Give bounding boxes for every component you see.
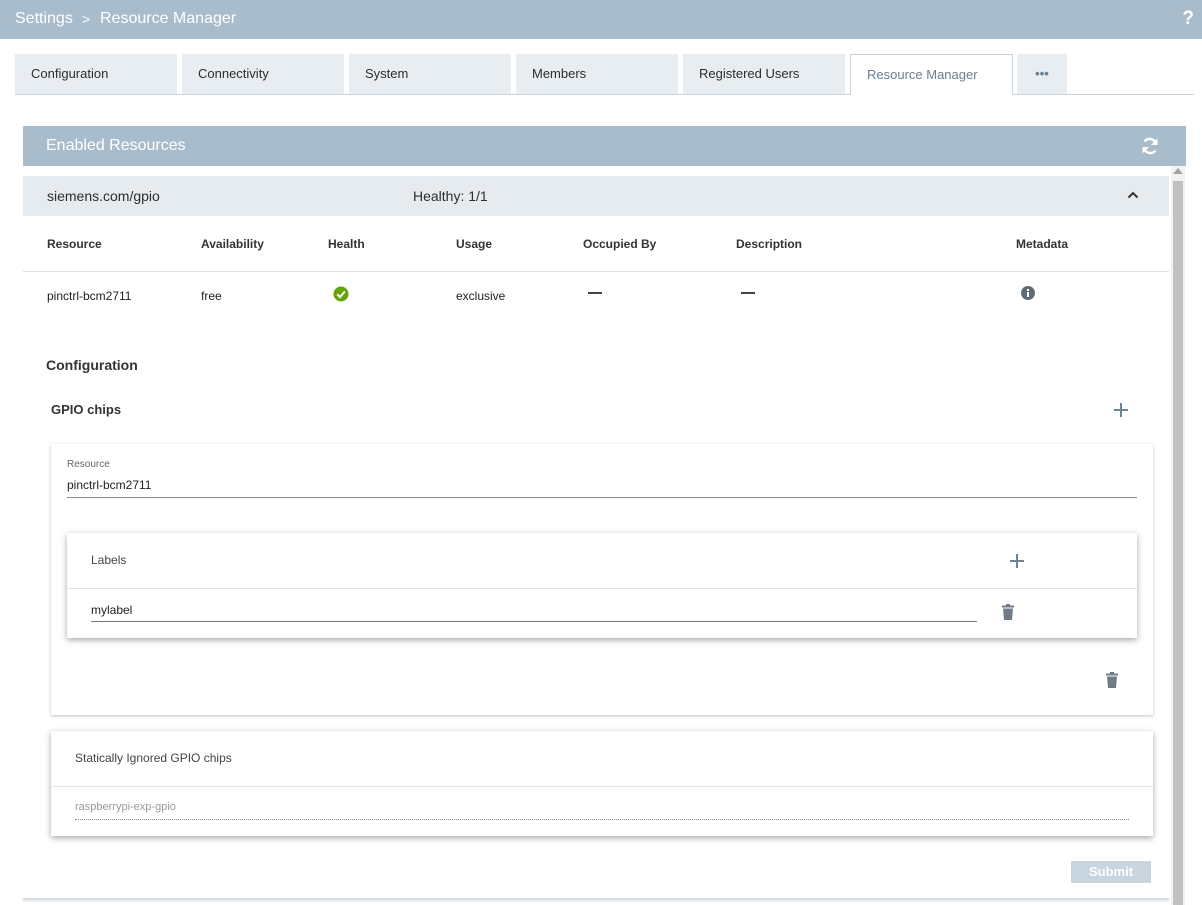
resource-accordion[interactable]: siemens.com/gpio Healthy: 1/1 [23,176,1169,216]
cell-description-empty [741,292,755,294]
gpio-chips-heading: GPIO chips [51,402,122,417]
add-label-plus-icon[interactable] [1010,554,1024,568]
delete-label-trash-icon[interactable] [1002,604,1014,620]
delete-chip-trash-icon[interactable] [1106,672,1118,688]
col-header-usage: Usage [456,237,493,251]
labels-divider [67,588,1137,589]
label-input-underline [91,621,977,622]
label-input[interactable]: mylabel [91,603,132,617]
ignored-chips-input[interactable]: raspberrypi-exp-gpio [75,801,176,813]
table-divider [23,271,1169,272]
breadcrumb-current: Resource Manager [100,10,237,27]
col-header-health: Health [328,237,365,251]
tab-more-icon[interactable]: ••• [1017,54,1067,94]
resource-field-input[interactable]: pinctrl-bcm2711 [67,478,151,492]
scrollbar-thumb[interactable] [1173,181,1183,905]
enabled-resources-header: Enabled Resources [23,126,1186,166]
ignored-chips-title: Statically Ignored GPIO chips [75,751,232,765]
tab-registered-users[interactable]: Registered Users [683,54,845,94]
chevron-up-icon[interactable] [1127,189,1139,201]
panel-bottom-edge [23,898,1169,900]
cell-usage: exclusive [456,289,506,303]
submit-button[interactable]: Submit [1071,861,1151,883]
col-header-resource: Resource [47,237,102,251]
tab-bar: Configuration Connectivity System Member… [15,54,1194,95]
labels-title: Labels [91,553,127,567]
col-header-metadata: Metadata [1016,237,1069,251]
ignored-gpio-chips-card: Statically Ignored GPIO chips raspberryp… [51,731,1153,836]
info-icon[interactable] [1021,286,1035,300]
resource-health: Healthy: 1/1 [413,188,488,204]
tab-system[interactable]: System [349,54,511,94]
panel-title: Enabled Resources [46,137,186,154]
col-header-description: Description [736,237,803,251]
tab-configuration[interactable]: Configuration [15,54,177,94]
cell-availability: free [201,289,222,303]
health-ok-icon [333,286,349,302]
scroll-up-arrow-icon[interactable] [1173,168,1183,174]
ignored-chips-underline [75,819,1129,820]
tab-connectivity[interactable]: Connectivity [182,54,344,94]
refresh-icon[interactable] [1140,136,1160,156]
col-header-occupied-by: Occupied By [583,237,657,251]
configuration-heading: Configuration [46,357,138,373]
labels-card: Labels mylabel [67,533,1137,638]
breadcrumb-settings[interactable]: Settings [15,10,73,28]
tab-members[interactable]: Members [516,54,678,94]
top-bar: Settings > Resource Manager ? [0,0,1202,39]
tab-resource-manager[interactable]: Resource Manager [850,54,1013,95]
ignored-chips-divider [51,786,1153,787]
cell-resource: pinctrl-bcm2711 [47,289,132,303]
breadcrumb-separator: > [82,11,91,27]
col-header-availability: Availability [201,237,264,251]
resource-field-underline [67,497,1137,498]
resource-name: siemens.com/gpio [47,188,160,204]
add-gpio-chip-plus-icon[interactable] [1114,403,1128,417]
gpio-chip-card: Resource pinctrl-bcm2711 Labels mylabel [51,444,1153,715]
resource-field-label: Resource [67,459,110,470]
cell-occupied-by-empty [588,292,602,294]
help-icon[interactable]: ? [1182,8,1194,30]
